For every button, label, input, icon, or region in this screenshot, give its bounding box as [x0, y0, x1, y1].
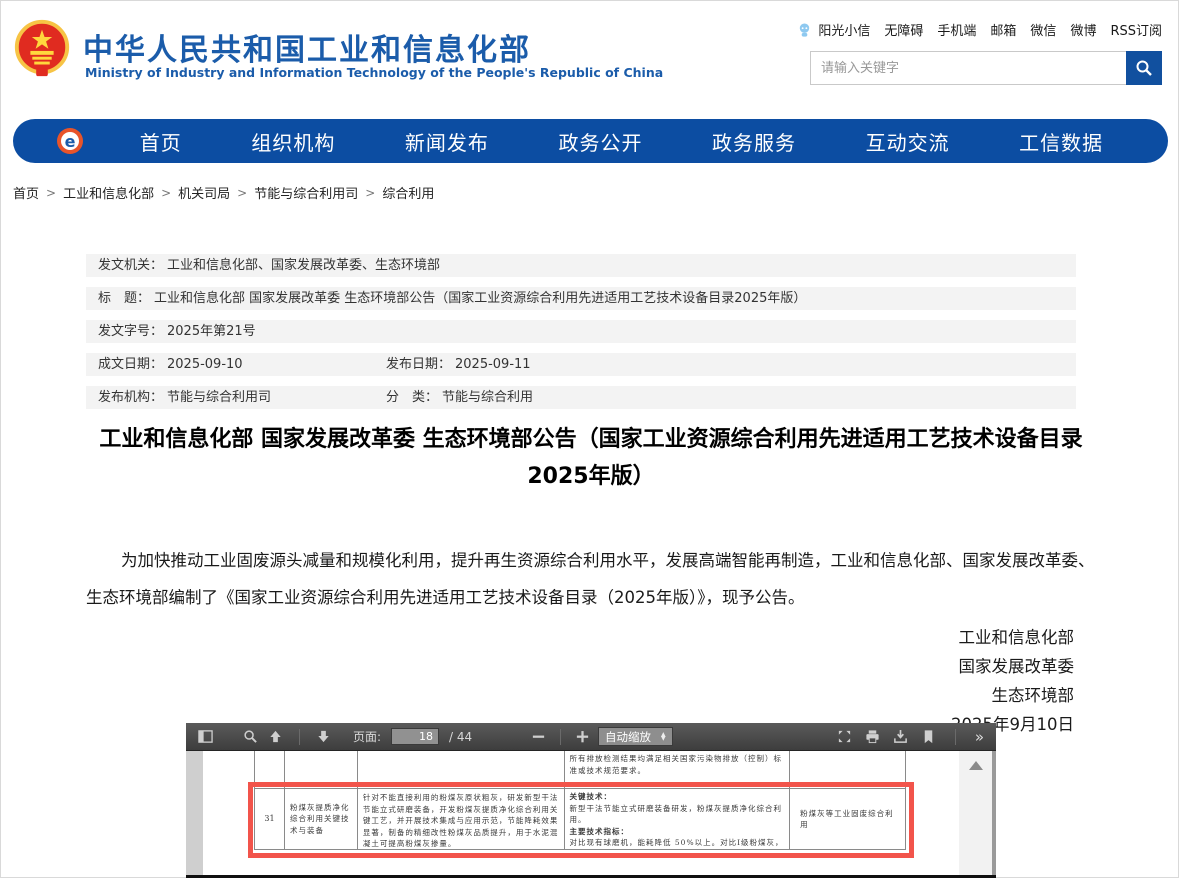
signature-block: 工业和信息化部 国家发展改革委 生态环境部 2025年9月10日: [951, 623, 1074, 739]
print-icon[interactable]: [865, 729, 880, 744]
toolbar-divider: [299, 729, 300, 745]
meta-row-issuing-agency: 发文机关：工业和信息化部、国家发展改革委、生态环境部: [86, 254, 1076, 277]
find-icon[interactable]: [243, 729, 258, 744]
scroll-up-arrow-icon[interactable]: [969, 761, 983, 770]
xiaoxin-mascot-icon: [797, 22, 812, 38]
bookmark-icon[interactable]: [921, 729, 936, 744]
search-input[interactable]: [810, 51, 1126, 85]
nav-item-home[interactable]: 首页: [140, 127, 182, 156]
zoom-mode-value: 自动缩放: [605, 729, 651, 745]
highlight-box: [248, 782, 914, 858]
select-caret-icon: ▲▼: [661, 733, 666, 741]
meta-row-title: 标 题：工业和信息化部 国家发展改革委 生态环境部公告（国家工业资源综合利用先进…: [86, 287, 1076, 310]
top-utility-links: 阳光小信 无障碍 手机端 邮箱 微信 微博 RSS订阅: [797, 20, 1162, 39]
meta-row-dates: 成文日期：2025-09-10 发布日期：2025-09-11: [86, 353, 1076, 376]
toolbar-divider: [560, 729, 561, 745]
pdf-viewer: 页面: / 44 自动缩放 ▲▼: [186, 723, 996, 878]
mobile-link[interactable]: 手机端: [937, 20, 976, 39]
site-title[interactable]: 中华人民共和国工业和信息化部: [83, 25, 531, 69]
breadcrumb-home[interactable]: 首页: [13, 183, 39, 202]
nav-item-interaction[interactable]: 互动交流: [866, 127, 950, 156]
zoom-out-icon[interactable]: [531, 729, 546, 744]
signature-miit: 工业和信息化部: [951, 623, 1074, 652]
mail-link[interactable]: 邮箱: [990, 20, 1016, 39]
page-total: / 44: [449, 730, 472, 744]
sunshine-xiaoxin-link[interactable]: 阳光小信: [818, 20, 870, 39]
pdf-scrollbar[interactable]: [959, 751, 992, 878]
meta-label: 发布日期：: [386, 353, 451, 376]
breadcrumb-comprehensive-use[interactable]: 综合利用: [382, 183, 434, 202]
search-bar: [810, 51, 1162, 85]
meta-label: 成文日期：: [98, 353, 163, 376]
meta-value: 2025-09-11: [455, 353, 531, 376]
breadcrumb-departments[interactable]: 机关司局: [178, 183, 230, 202]
breadcrumb: 首页 > 工业和信息化部 > 机关司局 > 节能与综合利用司 > 综合利用: [13, 183, 434, 202]
svg-text:e: e: [65, 132, 76, 151]
breadcrumb-energy-dept[interactable]: 节能与综合利用司: [254, 183, 358, 202]
meta-value: 工业和信息化部、国家发展改革委、生态环境部: [167, 254, 440, 277]
presentation-mode-icon[interactable]: [837, 729, 852, 744]
zoom-mode-select[interactable]: 自动缩放 ▲▼: [598, 727, 673, 746]
page-label: 页面:: [353, 728, 381, 745]
pdf-left-margin: [186, 751, 203, 878]
nav-item-news[interactable]: 新闻发布: [405, 127, 489, 156]
page-title: 工业和信息化部 国家发展改革委 生态环境部公告（国家工业资源综合利用先进适用工艺…: [86, 421, 1096, 495]
breadcrumb-separator: >: [237, 186, 247, 200]
search-button[interactable]: [1126, 51, 1162, 85]
main-nav: e 首页 组织机构 新闻发布 政务公开 政务服务 互动交流 工信数据: [13, 119, 1168, 163]
meta-value: 2025-09-10: [167, 353, 243, 376]
page-number-input[interactable]: [391, 728, 439, 745]
meta-row-doc-number: 发文字号：2025年第21号: [86, 320, 1076, 343]
signature-mee: 生态环境部: [951, 681, 1074, 710]
pdf-page: 所有排放检测结果均满足相关国家污染物排放（控制）标准或技术规范要求。 31 粉煤…: [203, 751, 959, 878]
meta-label: 发文机关：: [98, 254, 163, 277]
search-icon: [1135, 59, 1153, 77]
previous-page-icon[interactable]: [268, 729, 283, 744]
meta-row-publisher: 发布机构：节能与综合利用司 分 类：节能与综合利用: [86, 386, 1076, 409]
breadcrumb-separator: >: [161, 186, 171, 200]
more-tools-icon[interactable]: »: [975, 728, 984, 746]
accessibility-link[interactable]: 无障碍: [884, 20, 923, 39]
nav-item-gov-disclosure[interactable]: 政务公开: [558, 127, 642, 156]
meta-label: 标 题：: [98, 287, 150, 310]
wechat-link[interactable]: 微信: [1030, 20, 1056, 39]
next-page-icon[interactable]: [316, 729, 331, 744]
download-icon[interactable]: [893, 729, 908, 744]
site-subtitle: Ministry of Industry and Information Tec…: [85, 65, 663, 80]
breadcrumb-separator: >: [365, 186, 375, 200]
signature-ndrc: 国家发展改革委: [951, 652, 1074, 681]
meta-label: 发文字号：: [98, 320, 163, 343]
pdf-toolbar: 页面: / 44 自动缩放 ▲▼: [186, 723, 996, 751]
pdf-content-area: 所有排放检测结果均满足相关国家污染物排放（控制）标准或技术规范要求。 31 粉煤…: [186, 751, 996, 878]
document-meta: 发文机关：工业和信息化部、国家发展改革委、生态环境部 标 题：工业和信息化部 国…: [86, 254, 1076, 419]
zoom-in-icon[interactable]: [575, 729, 590, 744]
sidebar-toggle-icon[interactable]: [198, 729, 213, 744]
article-paragraph: 为加快推动工业固废源头减量和规模化利用，提升再生资源综合利用水平，发展高端智能再…: [86, 542, 1098, 616]
rss-link[interactable]: RSS订阅: [1110, 20, 1162, 39]
meta-label: 发布机构：: [98, 386, 163, 409]
meta-value: 工业和信息化部 国家发展改革委 生态环境部公告（国家工业资源综合利用先进适用工艺…: [154, 287, 806, 310]
nav-item-gov-services[interactable]: 政务服务: [712, 127, 796, 156]
meta-label: 分 类：: [386, 386, 438, 409]
breadcrumb-separator: >: [46, 186, 56, 200]
national-emblem-icon: [11, 17, 73, 81]
miit-logo-icon: e: [55, 126, 85, 156]
nav-item-data[interactable]: 工信数据: [1019, 127, 1103, 156]
meta-value: 节能与综合利用: [442, 386, 533, 409]
meta-value: 节能与综合利用司: [167, 386, 271, 409]
meta-value: 2025年第21号: [167, 320, 256, 343]
nav-item-organization[interactable]: 组织机构: [251, 127, 335, 156]
breadcrumb-miit[interactable]: 工业和信息化部: [63, 183, 154, 202]
weibo-link[interactable]: 微博: [1070, 20, 1096, 39]
toolbar-divider: [955, 729, 956, 745]
